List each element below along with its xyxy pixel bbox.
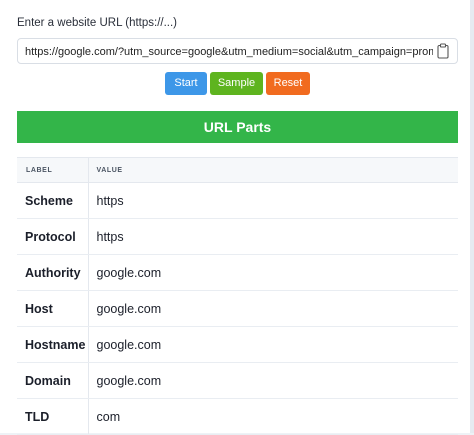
row-value: com — [88, 398, 458, 435]
row-label: Protocol — [17, 218, 89, 255]
sample-button[interactable]: Sample — [210, 72, 263, 95]
column-header-value: VALUE — [88, 157, 458, 183]
row-value: google.com — [88, 326, 458, 363]
row-value: https — [88, 182, 458, 219]
row-label: Domain — [17, 362, 89, 399]
table-row: Host google.com — [17, 290, 458, 327]
row-value: google.com — [88, 290, 458, 327]
table-row: Protocol https — [17, 218, 458, 255]
reset-button[interactable]: Reset — [266, 72, 310, 95]
url-input[interactable] — [25, 43, 433, 61]
url-field-label: Enter a website URL (https://...) — [17, 17, 177, 29]
row-label: Hostname — [17, 326, 89, 363]
table-row: Domain google.com — [17, 362, 458, 399]
row-label: Host — [17, 290, 89, 327]
table-row: TLD com — [17, 398, 458, 435]
row-value: google.com — [88, 254, 458, 291]
table-row: Authority google.com — [17, 254, 458, 291]
url-field[interactable] — [17, 38, 458, 64]
table-row: Scheme https — [17, 182, 458, 219]
row-label: Scheme — [17, 182, 89, 219]
start-button[interactable]: Start — [165, 72, 207, 95]
row-value: google.com — [88, 362, 458, 399]
section-title: URL Parts — [17, 111, 458, 143]
url-parser-panel: Enter a website URL (https://...) Start … — [0, 0, 474, 435]
table-row: Hostname google.com — [17, 326, 458, 363]
row-value: https — [88, 218, 458, 255]
url-parts-table: LABEL VALUE Scheme https Protocol https … — [17, 157, 458, 435]
column-header-label: LABEL — [17, 157, 89, 183]
clipboard-icon[interactable] — [437, 43, 449, 59]
table-header-row: LABEL VALUE — [17, 157, 458, 183]
row-label: Authority — [17, 254, 89, 291]
row-label: TLD — [17, 398, 89, 435]
